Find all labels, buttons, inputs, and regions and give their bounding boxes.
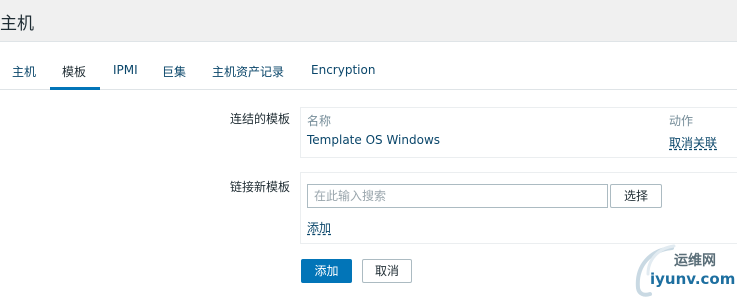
tab-bar: 主机 模板 IPMI 巨集 主机资产记录 Encryption — [0, 52, 737, 90]
linked-templates-label: 连结的模板 — [229, 112, 290, 126]
watermark-bottom-text: iyunv.com — [650, 270, 736, 288]
template-name-link[interactable]: Template OS Windows — [307, 133, 440, 147]
link-new-templates-box: 选择 添加 — [300, 172, 737, 244]
watermark-top-text: 运维网 — [674, 253, 716, 269]
tab-host[interactable]: 主机 — [12, 63, 36, 80]
select-button[interactable]: 选择 — [610, 184, 662, 208]
page-title: 主机 — [0, 14, 34, 34]
unlink-template-link[interactable]: 取消关联 — [669, 134, 717, 151]
column-header-action: 动作 — [669, 114, 694, 128]
watermark-logo: 运维网 iyunv.com — [628, 244, 737, 297]
add-template-link[interactable]: 添加 — [307, 219, 331, 236]
tab-host-inventory[interactable]: 主机资产记录 — [212, 63, 284, 80]
page-header: 主机 — [0, 0, 737, 42]
column-header-name: 名称 — [307, 114, 332, 128]
tab-encryption[interactable]: Encryption — [311, 63, 375, 77]
linked-templates-table: 名称 动作 Template OS Windows 取消关联 — [300, 107, 737, 158]
cancel-button[interactable]: 取消 — [362, 259, 412, 283]
tab-ipmi[interactable]: IPMI — [113, 63, 138, 77]
link-new-templates-label: 链接新模板 — [229, 180, 290, 194]
active-tab-indicator — [50, 87, 100, 90]
tab-templates[interactable]: 模板 — [62, 63, 86, 80]
template-search-input[interactable] — [307, 184, 608, 208]
tab-macros[interactable]: 巨集 — [162, 63, 186, 80]
add-button[interactable]: 添加 — [301, 259, 352, 283]
